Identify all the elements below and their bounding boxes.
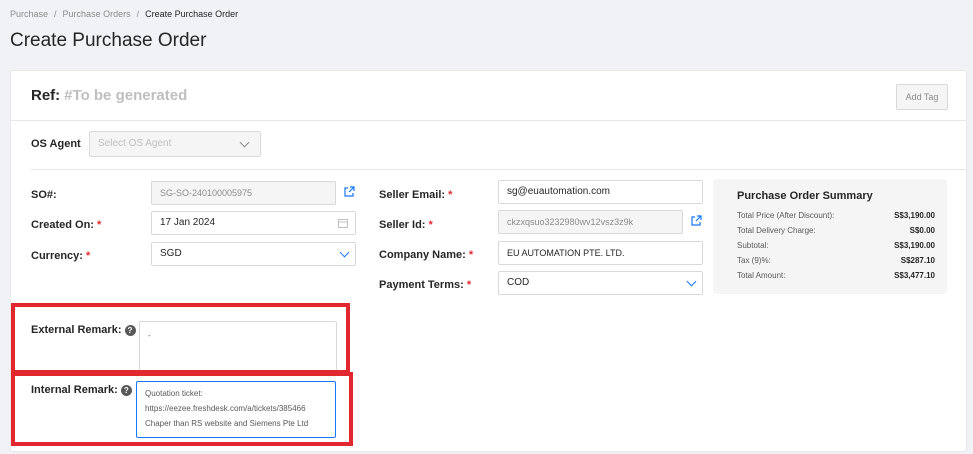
seller-email-label: Seller Email: * xyxy=(379,189,453,201)
so-number-field[interactable]: SG-SO-240100005975 xyxy=(151,181,336,205)
breadcrumb: Purchase / Purchase Orders / Create Purchase… xyxy=(10,9,239,19)
os-agent-label: OS Agent xyxy=(31,138,81,150)
seller-id-label: Seller Id: * xyxy=(379,219,433,231)
created-on-date-picker[interactable]: 17 Jan 2024 xyxy=(151,211,356,235)
external-remark-highlight xyxy=(11,303,350,374)
created-on-label: Created On: * xyxy=(31,219,102,231)
summary-row: Total Price (After Discount): S$3,190.00 xyxy=(737,211,935,220)
so-label: SO#: xyxy=(31,189,57,201)
os-agent-select[interactable]: Select OS Agent xyxy=(89,131,261,157)
purchase-order-summary: Purchase Order Summary Total Price (Afte… xyxy=(713,179,947,294)
calendar-icon xyxy=(338,219,348,228)
company-name-field[interactable]: EU AUTOMATION PTE. LTD. xyxy=(498,241,703,265)
seller-email-field[interactable]: sg@euautomation.com xyxy=(498,180,703,204)
summary-row: Tax (9)%: S$287.10 xyxy=(737,256,935,265)
ref-value: #To be generated xyxy=(64,87,188,104)
internal-remark-highlight xyxy=(11,372,353,446)
add-tag-button[interactable]: Add Tag xyxy=(896,84,948,110)
summary-row: Total Delivery Charge: S$0.00 xyxy=(737,226,935,235)
ref-heading: Ref: #To be generated xyxy=(31,87,188,104)
summary-row: Total Amount: S$3,477.10 xyxy=(737,271,935,280)
breadcrumb-current: Create Purchase Order xyxy=(145,9,239,19)
currency-label: Currency: * xyxy=(31,250,91,262)
payment-terms-label: Payment Terms: * xyxy=(379,279,472,291)
page-title: Create Purchase Order xyxy=(10,30,207,51)
divider xyxy=(11,120,966,121)
external-link-icon[interactable] xyxy=(343,186,355,198)
chevron-down-icon xyxy=(686,276,697,287)
divider xyxy=(31,169,966,170)
summary-row: Subtotal: S$3,190.00 xyxy=(737,241,935,250)
external-link-icon[interactable] xyxy=(690,215,702,227)
chevron-down-icon xyxy=(339,247,350,258)
company-name-label: Company Name: * xyxy=(379,249,474,261)
summary-title: Purchase Order Summary xyxy=(737,190,873,202)
seller-id-field[interactable]: ckzxqsuo3232980wv12vsz3z9k xyxy=(498,210,683,234)
breadcrumb-purchase[interactable]: Purchase xyxy=(10,9,48,19)
breadcrumb-purchase-orders[interactable]: Purchase Orders xyxy=(63,9,131,19)
payment-terms-select[interactable]: COD xyxy=(498,271,703,295)
chevron-down-icon xyxy=(239,137,250,148)
currency-select[interactable]: SGD xyxy=(151,242,356,266)
